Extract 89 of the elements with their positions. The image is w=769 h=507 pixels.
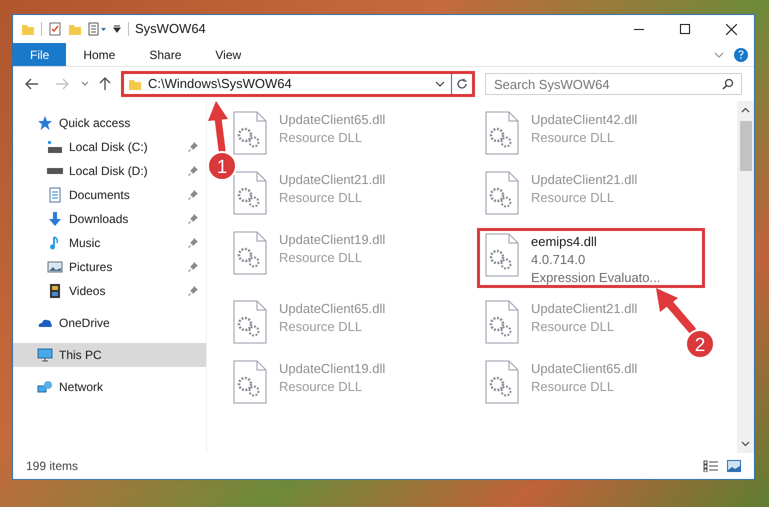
file-name: UpdateClient19.dll [279,360,386,378]
document-icon [47,187,63,203]
file-detail: Resource DLL [531,129,616,147]
step-number-badge: 2 [685,329,715,359]
chevron-down-icon[interactable] [435,81,445,87]
file-name: UpdateClient21.dll [279,171,386,189]
window-title: SysWOW64 [135,20,206,38]
help-icon[interactable] [734,48,748,62]
pin-icon[interactable] [188,238,198,248]
folder-icon [128,77,142,91]
pin-icon[interactable] [188,262,198,272]
ribbon-tab[interactable]: Share [132,43,198,66]
pin-icon[interactable] [188,142,198,152]
nav-item[interactable]: Music [13,231,206,255]
file-detail: Resource DLL [531,189,616,207]
file-name: UpdateClient21.dll [531,300,638,318]
nav-item[interactable]: Network [13,375,206,399]
file-detail: Resource DLL [279,189,364,207]
file-name: UpdateClient21.dll [531,171,638,189]
file-name: UpdateClient42.dll [531,111,638,129]
scroll-down-icon[interactable] [741,441,750,447]
file-detail: Resource DLL [279,318,364,336]
search-icon[interactable] [722,78,734,90]
file-name: UpdateClient65.dll [279,300,386,318]
gear-file-icon [485,360,519,404]
nav-item[interactable]: Local Disk (C:) [13,135,206,159]
gear-file-icon [485,171,519,215]
properties-icon[interactable] [88,22,108,36]
gear-file-icon [233,171,267,215]
file-detail: 4.0.714.0 [531,251,586,269]
gear-file-icon [233,360,267,404]
drive-icon [47,141,63,153]
gear-file-icon [233,231,267,275]
nav-item[interactable]: This PC [13,343,206,367]
pin-icon[interactable] [188,286,198,296]
network-icon [37,379,53,395]
scroll-up-icon[interactable] [741,107,750,113]
file-detail: Resource DLL [279,378,364,396]
thumbnail-view-icon[interactable] [727,460,741,472]
item-count: 199 items [26,458,78,475]
file-detail: Resource DLL [279,129,364,147]
drive-icon [47,168,63,174]
refresh-icon[interactable] [456,78,468,90]
nav-item[interactable]: Pictures [13,255,206,279]
nav-item[interactable]: Quick access [13,111,206,135]
pointer-arrow [208,101,228,154]
gear-file-icon [485,233,519,277]
pin-icon[interactable] [188,166,198,176]
nav-item[interactable]: Downloads [13,207,206,231]
file-name: UpdateClient65.dll [531,360,638,378]
search-field[interactable]: Search SysWOW64 [485,73,742,95]
pointer-arrow [656,288,696,334]
scrollbar[interactable] [737,101,754,453]
close-icon [726,24,736,34]
scroll-thumb[interactable] [740,121,752,171]
address-field[interactable]: C:\Windows\SysWOW64 [121,71,475,97]
gear-file-icon [485,111,519,155]
ribbon-tab[interactable]: Home [66,43,132,66]
file-detail: Resource DLL [531,318,616,336]
address-path: C:\Windows\SysWOW64 [148,75,293,94]
up-arrow-icon[interactable] [99,77,111,91]
ribbon-tab[interactable]: View [198,43,258,66]
file-detail: Expression Evaluato... [531,269,660,287]
file-item[interactable]: eemips4.dll 4.0.714.0 Expression Evaluato... [477,228,705,288]
pin-icon[interactable] [188,190,198,200]
dropdown-icon[interactable] [112,24,122,34]
nav-item[interactable]: Documents [13,183,206,207]
nav-item[interactable]: Local Disk (D:) [13,159,206,183]
file-detail: Resource DLL [531,378,616,396]
film-icon [47,283,63,299]
gear-file-icon [233,111,267,155]
gear-file-icon [233,300,267,344]
gear-file-icon [485,300,519,344]
pin-icon[interactable] [188,214,198,224]
nav-item[interactable]: Videos [13,279,206,303]
star-icon [37,115,53,131]
file-name: UpdateClient19.dll [279,231,386,249]
monitor-icon [37,347,53,363]
details-view-icon[interactable] [703,460,719,472]
file-name: UpdateClient65.dll [279,111,386,129]
ribbon-tab[interactable]: File [13,43,66,66]
file-name: eemips4.dll [531,233,598,251]
back-arrow-icon[interactable] [25,78,39,90]
step-number-badge: 1 [207,151,237,181]
nav-item[interactable]: OneDrive [13,311,206,335]
download-arrow-icon [47,211,63,227]
picture-icon [47,259,63,275]
checklist-icon[interactable] [48,22,62,36]
file-detail: Resource DLL [279,249,364,267]
